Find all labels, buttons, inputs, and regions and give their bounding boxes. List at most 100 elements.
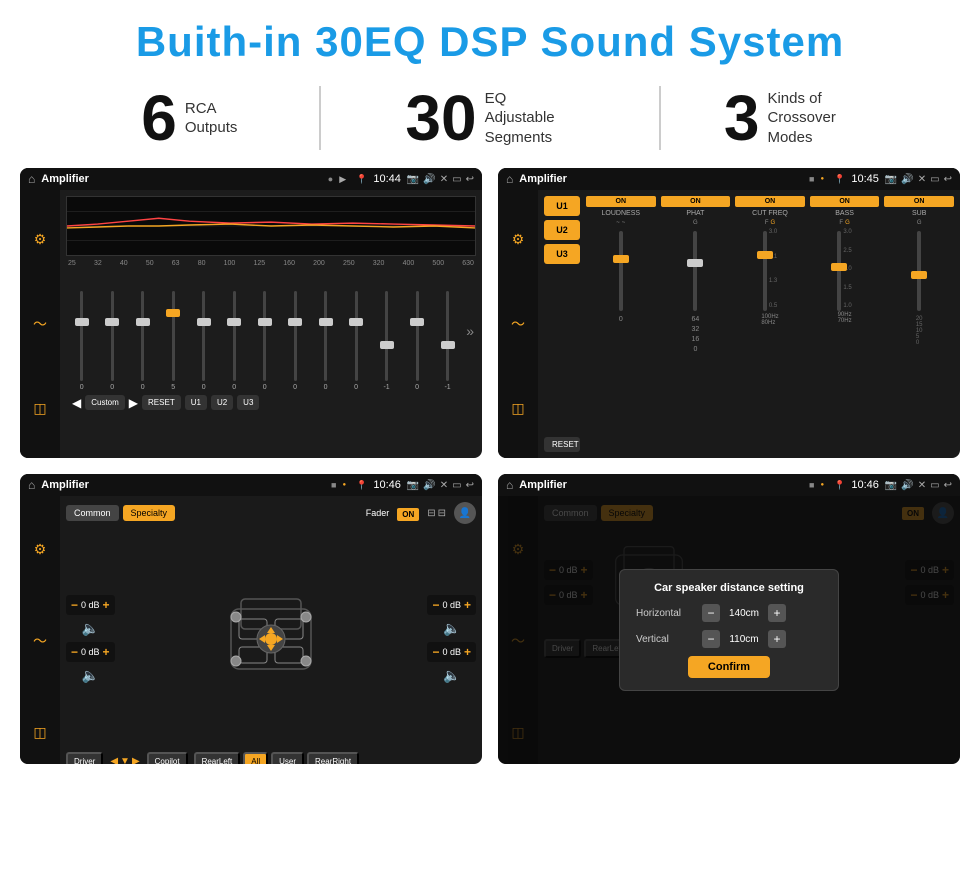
fader-left-db1-plus[interactable]: +: [103, 598, 110, 612]
xover-status-dot1: ■: [809, 174, 814, 184]
xover-u1-btn[interactable]: U1: [544, 196, 580, 216]
xover-phat-val2: 32: [691, 326, 699, 333]
xover-phat-label: PHAT: [686, 210, 704, 217]
eq-back-icon[interactable]: ↩: [466, 174, 474, 185]
xover-sub-g-label: G: [917, 220, 922, 226]
xover-u3-btn[interactable]: U3: [544, 244, 580, 264]
eq-u1-btn[interactable]: U1: [185, 395, 207, 410]
xover-bass-freqs: 90Hz70Hz: [838, 312, 852, 324]
fader-copilot-btn[interactable]: Copilot: [147, 752, 188, 764]
xover-u2-btn[interactable]: U2: [544, 220, 580, 240]
eq-next-btn[interactable]: ▶: [129, 396, 138, 410]
eq-status-dot1: ●: [328, 174, 333, 184]
fader-left-db2-plus[interactable]: +: [103, 645, 110, 659]
eq-home-icon[interactable]: ⌂: [28, 172, 35, 186]
fader-left-arrow[interactable]: ◀: [110, 756, 118, 764]
fader-bottom-btns: Driver ◀ ▼ ▶ Copilot RearLeft All User R…: [66, 752, 476, 764]
xover-home-icon[interactable]: ⌂: [506, 172, 513, 186]
dist-window-icon: ▭: [930, 480, 939, 491]
stat-crossover-label: Kinds ofCrossover Modes: [767, 89, 857, 148]
fader-rearleft-btn[interactable]: RearLeft: [194, 752, 241, 764]
xover-bass-on[interactable]: ON: [810, 196, 880, 207]
xover-cutfreq-slider1[interactable]: [763, 231, 767, 311]
fader-right-db2-minus[interactable]: −: [432, 645, 439, 659]
dialog-horizontal-value: 140cm: [724, 608, 764, 619]
xover-bass-slider1[interactable]: [837, 231, 841, 311]
fader-down-arrow[interactable]: ▼: [120, 756, 130, 764]
xover-sub-slider[interactable]: [917, 231, 921, 311]
xover-filter-icon[interactable]: ⚙: [512, 231, 525, 248]
fader-left-db-1: − 0 dB +: [66, 595, 115, 615]
eq-window-icon: ▭: [452, 174, 461, 185]
dist-back-icon[interactable]: ↩: [944, 480, 952, 491]
xover-cutfreq-on[interactable]: ON: [735, 196, 805, 207]
fader-user-btn[interactable]: User: [271, 752, 304, 764]
xover-body: ⚙ 〜 ◫ U1 U2 U3 RESET ON: [498, 190, 960, 458]
dialog-vertical-value: 110cm: [724, 634, 764, 645]
xover-status-icons: 📷 🔊 ✕ ▭ ↩: [885, 174, 952, 185]
fader-speaker-icon[interactable]: ◫: [33, 724, 46, 741]
eq-u2-btn[interactable]: U2: [211, 395, 233, 410]
fader-main-area: ⚙ 〜 ◫ Common Specialty Fader ON ⊟ ⊟: [20, 496, 482, 764]
fader-right-arrow[interactable]: ▶: [132, 756, 140, 764]
eq-custom-btn[interactable]: Custom: [85, 395, 125, 410]
fader-right-db1-plus[interactable]: +: [464, 598, 471, 612]
fader-left-db1-minus[interactable]: −: [71, 598, 78, 612]
xover-status-bar: ⌂ Amplifier ■ ● 📍 10:45 📷 🔊 ✕ ▭ ↩: [498, 168, 960, 190]
xover-loudness-curve: ~~: [616, 220, 625, 226]
eq-speaker-icon[interactable]: ◫: [33, 400, 46, 417]
dialog-vertical-minus[interactable]: −: [702, 630, 720, 648]
xover-sub-on[interactable]: ON: [884, 196, 954, 207]
xover-wave-icon[interactable]: 〜: [511, 314, 525, 334]
fader-all-btn[interactable]: All: [243, 752, 268, 764]
eq-wave-icon[interactable]: 〜: [33, 314, 47, 334]
xover-back-icon[interactable]: ↩: [944, 174, 952, 185]
screens-grid: ⌂ Amplifier ● ▶ 📍 10:44 📷 🔊 ✕ ▭ ↩ ⚙ 〜 ◫: [0, 168, 980, 774]
dist-status-dot2: ●: [820, 482, 824, 488]
fader-right-db2-plus[interactable]: +: [464, 645, 471, 659]
fader-tab-specialty[interactable]: Specialty: [123, 505, 176, 521]
eq-reset-btn[interactable]: RESET: [142, 395, 181, 410]
fader-rearright-btn[interactable]: RearRight: [307, 752, 359, 764]
eq-body: ⚙ 〜 ◫: [20, 190, 482, 458]
dist-home-icon[interactable]: ⌂: [506, 478, 513, 492]
eq-expand-btn[interactable]: »: [466, 323, 474, 339]
xover-sub-col: ON SUB G 20151050: [884, 196, 954, 452]
xover-window-icon: ▭: [930, 174, 939, 185]
xover-speaker-icon[interactable]: ◫: [511, 400, 524, 417]
xover-status-dot2: ●: [820, 176, 824, 182]
eq-status-dot2: ▶: [339, 174, 346, 185]
xover-loudness-col: ON LOUDNESS ~~ 0: [586, 196, 656, 452]
fader-wave-icon[interactable]: 〜: [33, 631, 47, 651]
eq-slider-13: -1: [434, 291, 461, 391]
fader-left-db2-minus[interactable]: −: [71, 645, 78, 659]
eq-bottom-bar: ◀ Custom ▶ RESET U1 U2 U3: [66, 391, 476, 414]
stat-rca-label: RCAOutputs: [185, 99, 238, 138]
xover-loudness-on[interactable]: ON: [586, 196, 656, 207]
fader-right-controls: − 0 dB + 🔈 − 0 dB + 🔈: [427, 530, 476, 748]
eq-prev-btn[interactable]: ◀: [72, 396, 81, 410]
eq-camera-icon: 📷: [407, 174, 419, 185]
xover-phat-slider[interactable]: [693, 231, 697, 311]
dialog-horizontal-minus[interactable]: −: [702, 604, 720, 622]
fader-back-icon[interactable]: ↩: [466, 480, 474, 491]
eq-u3-btn[interactable]: U3: [237, 395, 259, 410]
fader-home-icon[interactable]: ⌂: [28, 478, 35, 492]
fader-right-db1-minus[interactable]: −: [432, 598, 439, 612]
eq-screen-title: Amplifier: [41, 173, 322, 185]
xover-loudness-slider[interactable]: [619, 231, 623, 311]
fader-filter-icon[interactable]: ⚙: [34, 541, 47, 558]
xover-reset-btn[interactable]: RESET: [544, 437, 580, 452]
eq-slider-7: 0: [251, 291, 278, 391]
fader-on-badge: ON: [397, 504, 419, 522]
fader-driver-btn[interactable]: Driver: [66, 752, 103, 764]
fader-location-icon: 📍: [356, 480, 367, 491]
dialog-horizontal-plus[interactable]: +: [768, 604, 786, 622]
xover-time: 10:45: [851, 173, 879, 185]
dialog-vertical-plus[interactable]: +: [768, 630, 786, 648]
fader-tab-common[interactable]: Common: [66, 505, 119, 521]
eq-slider-2: 0: [98, 291, 125, 391]
xover-phat-on[interactable]: ON: [661, 196, 731, 207]
dialog-confirm-button[interactable]: Confirm: [688, 656, 770, 678]
eq-filter-icon[interactable]: ⚙: [34, 231, 47, 248]
